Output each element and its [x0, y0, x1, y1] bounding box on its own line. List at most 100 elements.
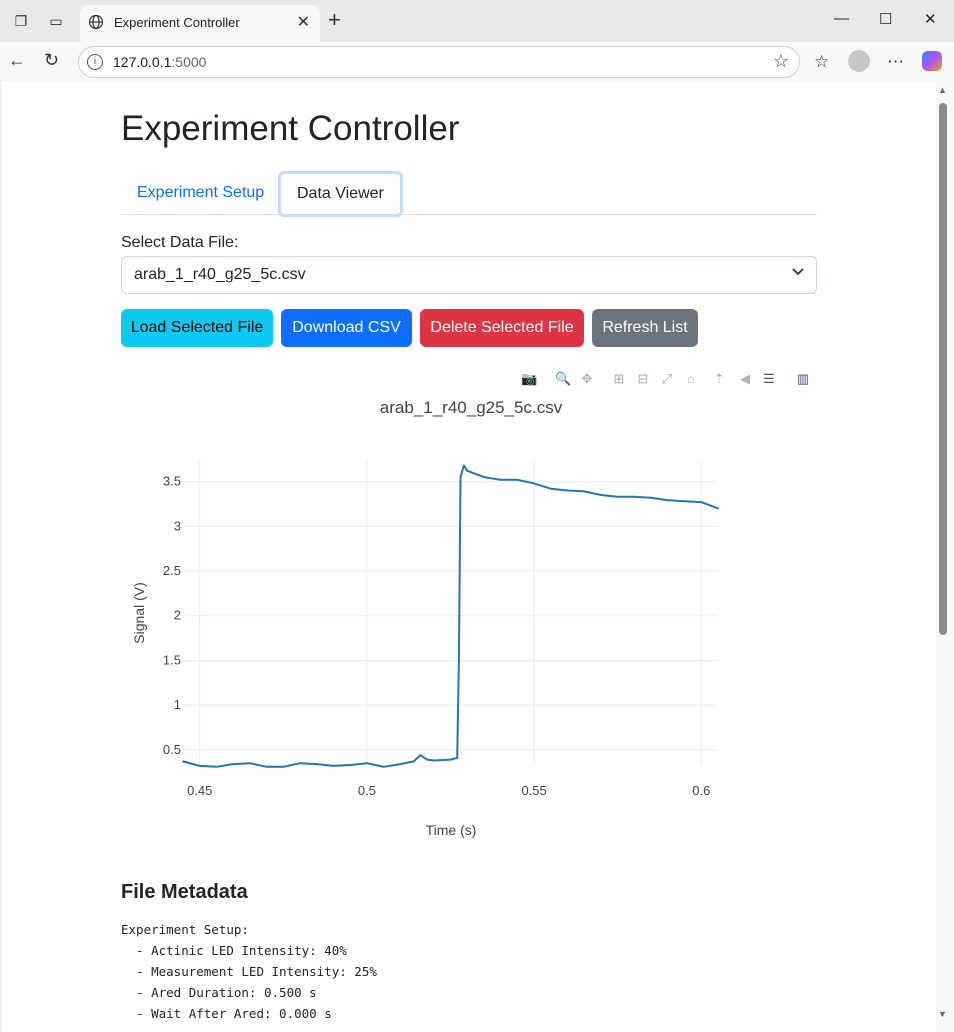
x-tick-label: 0.45 — [187, 783, 212, 798]
tab-data-viewer[interactable]: Data Viewer — [278, 171, 403, 217]
y-tick-label: 2.5 — [163, 563, 181, 578]
site-info-icon[interactable]: i — [87, 54, 103, 70]
data-point — [215, 765, 218, 768]
data-point — [650, 496, 653, 499]
load-file-button[interactable]: Load Selected File — [121, 309, 273, 347]
data-point — [457, 659, 460, 662]
plotly-logo-icon[interactable]: ▥ — [795, 371, 811, 387]
metadata-line: - Actinic LED Intensity: 40% — [121, 943, 347, 958]
close-tab-icon[interactable]: ✕ — [297, 12, 310, 32]
hover-closest-icon[interactable]: ◀ — [737, 371, 753, 387]
close-window-icon[interactable]: ✕ — [924, 10, 937, 28]
page-scrollbar[interactable]: ▲ ▼ — [936, 81, 954, 1032]
x-tick-label: 0.5 — [358, 783, 376, 798]
minimize-icon[interactable]: — — [834, 10, 849, 27]
data-point — [533, 482, 535, 485]
favorites-icon[interactable]: ☆ — [814, 52, 829, 72]
metadata-line: - Measurement LED Intensity: 25% — [121, 964, 377, 979]
refresh-list-button[interactable]: Refresh List — [592, 309, 698, 347]
nav-tabs: Experiment Setup Data Viewer — [121, 171, 817, 217]
scroll-up-icon[interactable]: ▲ — [938, 85, 947, 95]
data-point — [666, 499, 669, 502]
data-point — [265, 765, 268, 768]
data-point — [462, 464, 465, 467]
y-tick-label: 0.5 — [163, 742, 181, 757]
copilot-icon[interactable] — [922, 51, 942, 71]
data-point — [232, 763, 235, 766]
home-icon[interactable]: ⌂ — [683, 371, 699, 387]
data-point — [700, 501, 703, 504]
select-file-label: Select Data File: — [121, 234, 239, 251]
refresh-icon[interactable]: ↻ — [44, 50, 59, 71]
spike-lines-icon[interactable]: ⇡ — [711, 371, 727, 387]
signal-chart[interactable]: 0.45 0.5 0.55 0.6 0.5 1 1.5 2 2.5 3 3.5 arab_1_r40_… — [101, 391, 801, 851]
data-point — [382, 765, 385, 768]
data-point — [282, 765, 285, 768]
y-tick-label: 2 — [174, 608, 181, 623]
data-point — [419, 754, 422, 757]
zoom-out-icon[interactable]: ⊟ — [635, 371, 651, 387]
data-point — [432, 759, 435, 762]
page-title: Experiment Controller — [121, 109, 460, 148]
data-point — [332, 764, 335, 767]
address-toolbar: ← ↻ i 127.0.0.1:5000 ☆ ☆ ⋯ — [0, 42, 954, 80]
page-viewport: Experiment Controller Experiment Setup D… — [2, 81, 936, 1032]
data-point — [549, 487, 552, 490]
data-point — [349, 764, 352, 766]
maximize-icon[interactable]: ☐ — [879, 10, 892, 28]
scroll-down-icon[interactable]: ▼ — [938, 1009, 947, 1019]
profile-avatar[interactable] — [848, 50, 870, 72]
tab-title: Experiment Controller — [114, 15, 240, 30]
chevron-down-icon — [792, 268, 804, 276]
data-point — [600, 494, 602, 496]
y-axis-label: Signal (V) — [131, 582, 147, 643]
data-point — [683, 500, 686, 503]
data-point — [459, 476, 462, 478]
autoscale-icon[interactable]: ⤢ — [659, 371, 675, 387]
workspaces-icon[interactable]: ❐ — [12, 12, 30, 30]
more-menu-icon[interactable]: ⋯ — [887, 52, 904, 72]
data-file-select[interactable]: arab_1_r40_g25_5c.csv — [121, 256, 817, 294]
back-icon[interactable]: ← — [8, 50, 26, 71]
data-point — [299, 762, 301, 765]
metadata-line: - Wait After Ared: 0.000 s — [121, 1006, 332, 1021]
hover-compare-icon[interactable]: ☰ — [761, 371, 777, 387]
data-point — [499, 478, 502, 481]
download-csv-button[interactable]: Download CSV — [281, 309, 412, 347]
url-host: 127.0.0.1 — [113, 54, 172, 70]
browser-tab[interactable]: Experiment Controller ✕ — [80, 5, 320, 42]
selected-file-value: arab_1_r40_g25_5c.csv — [134, 266, 306, 283]
data-point — [483, 476, 485, 478]
delete-file-button[interactable]: Delete Selected File — [420, 309, 584, 347]
chart-title: arab_1_r40_g25_5c.csv — [380, 398, 563, 417]
address-bar[interactable]: i 127.0.0.1:5000 ☆ — [78, 46, 800, 78]
favorite-star-icon[interactable]: ☆ — [773, 51, 789, 72]
y-tick-label: 1.5 — [163, 652, 181, 667]
data-point — [583, 490, 586, 493]
data-point — [516, 478, 519, 481]
x-tick-label: 0.55 — [521, 783, 546, 798]
zoom-in-icon[interactable]: ⊞ — [611, 371, 627, 387]
zoom-icon[interactable]: 🔍 — [555, 371, 571, 387]
data-point — [182, 760, 184, 763]
tab-experiment-setup[interactable]: Experiment Setup — [121, 173, 280, 213]
data-point — [412, 760, 415, 763]
new-tab-icon[interactable]: + — [328, 9, 341, 31]
tab-actions-icon[interactable]: ▭ — [47, 12, 65, 30]
pan-icon[interactable]: ✥ — [579, 371, 595, 387]
y-tick-label: 1 — [174, 697, 181, 712]
data-point — [248, 762, 251, 765]
x-axis-label: Time (s) — [426, 822, 477, 838]
camera-icon[interactable]: 📷 — [521, 371, 537, 387]
data-point — [366, 762, 368, 765]
url-text: 127.0.0.1:5000 — [113, 54, 206, 70]
y-tick-label: 3.5 — [163, 474, 181, 489]
data-point — [399, 763, 402, 766]
scrollbar-thumb[interactable] — [939, 103, 947, 635]
metadata-line: Experiment Setup: — [121, 922, 249, 937]
metadata-text: Experiment Setup: - Actinic LED Intensit… — [121, 919, 377, 1024]
url-port: :5000 — [171, 54, 207, 70]
data-point — [315, 763, 318, 766]
data-point — [566, 489, 569, 492]
data-point — [198, 764, 201, 767]
